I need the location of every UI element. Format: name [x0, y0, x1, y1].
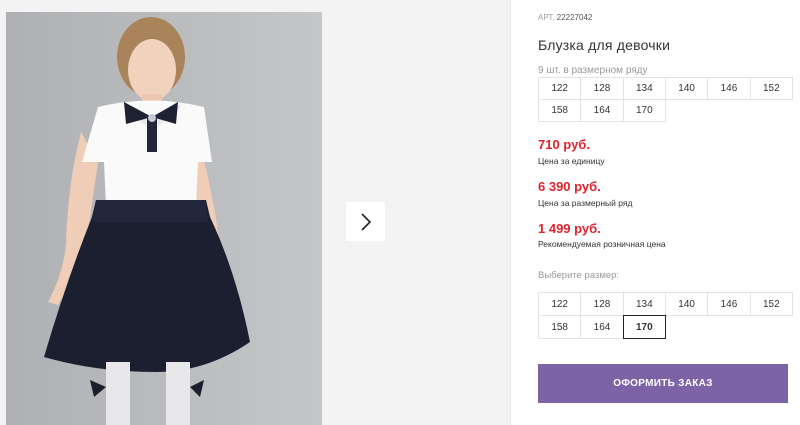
pack-size-cell: 128	[580, 77, 624, 100]
size-option[interactable]: 134	[622, 292, 666, 316]
unit-price-label: Цена за единицу	[538, 156, 605, 166]
size-option[interactable]: 158	[538, 315, 582, 339]
size-option-selected[interactable]: 170	[622, 315, 666, 339]
pack-size-cell: 152	[749, 77, 793, 100]
choose-size-label: Выберите размер:	[538, 270, 620, 281]
size-option[interactable]: 146	[707, 292, 751, 316]
pack-price: 6 390 руб.	[538, 179, 601, 194]
gallery-next-button[interactable]	[346, 202, 385, 241]
pack-size-cell: 140	[664, 77, 709, 100]
size-option[interactable]: 164	[580, 315, 624, 339]
pack-size-grid: 122 128 134 140 146 152 158 164 170	[538, 77, 793, 122]
unit-price: 710 руб.	[538, 137, 590, 152]
pack-size-cell: 146	[707, 77, 751, 100]
size-selector: 122 128 134 140 146 152 158 164 170	[538, 292, 793, 339]
article-label: АРТ.	[538, 13, 555, 22]
size-option[interactable]: 152	[749, 292, 793, 316]
pack-price-label: Цена за размерный ряд	[538, 198, 633, 208]
article-value: 22227042	[556, 13, 593, 22]
panel-divider	[510, 0, 511, 425]
retail-price-label: Рекомендуемая розничная цена	[538, 239, 666, 249]
pack-size-cell: 158	[538, 99, 582, 122]
place-order-button[interactable]: ОФОРМИТЬ ЗАКАЗ	[538, 364, 788, 403]
pack-size-cell: 170	[622, 99, 666, 122]
chevron-right-icon	[360, 212, 371, 231]
product-title: Блузка для девочки	[538, 37, 671, 53]
article-number: АРТ. 22227042	[538, 13, 592, 22]
size-option[interactable]: 140	[664, 292, 709, 316]
pack-size-cell: 134	[622, 77, 666, 100]
product-page: АРТ. 22227042 Блузка для девочки 9 шт. в…	[0, 0, 800, 425]
product-gallery	[0, 0, 510, 425]
size-option[interactable]: 122	[538, 292, 582, 316]
size-option[interactable]: 128	[580, 292, 624, 316]
product-photo[interactable]	[6, 12, 322, 425]
retail-price: 1 499 руб.	[538, 221, 601, 236]
pack-size-cell: 122	[538, 77, 582, 100]
product-info-panel: АРТ. 22227042 Блузка для девочки 9 шт. в…	[538, 0, 793, 425]
pack-size-cell: 164	[580, 99, 624, 122]
pack-size-note: 9 шт. в размерном ряду	[538, 65, 648, 76]
